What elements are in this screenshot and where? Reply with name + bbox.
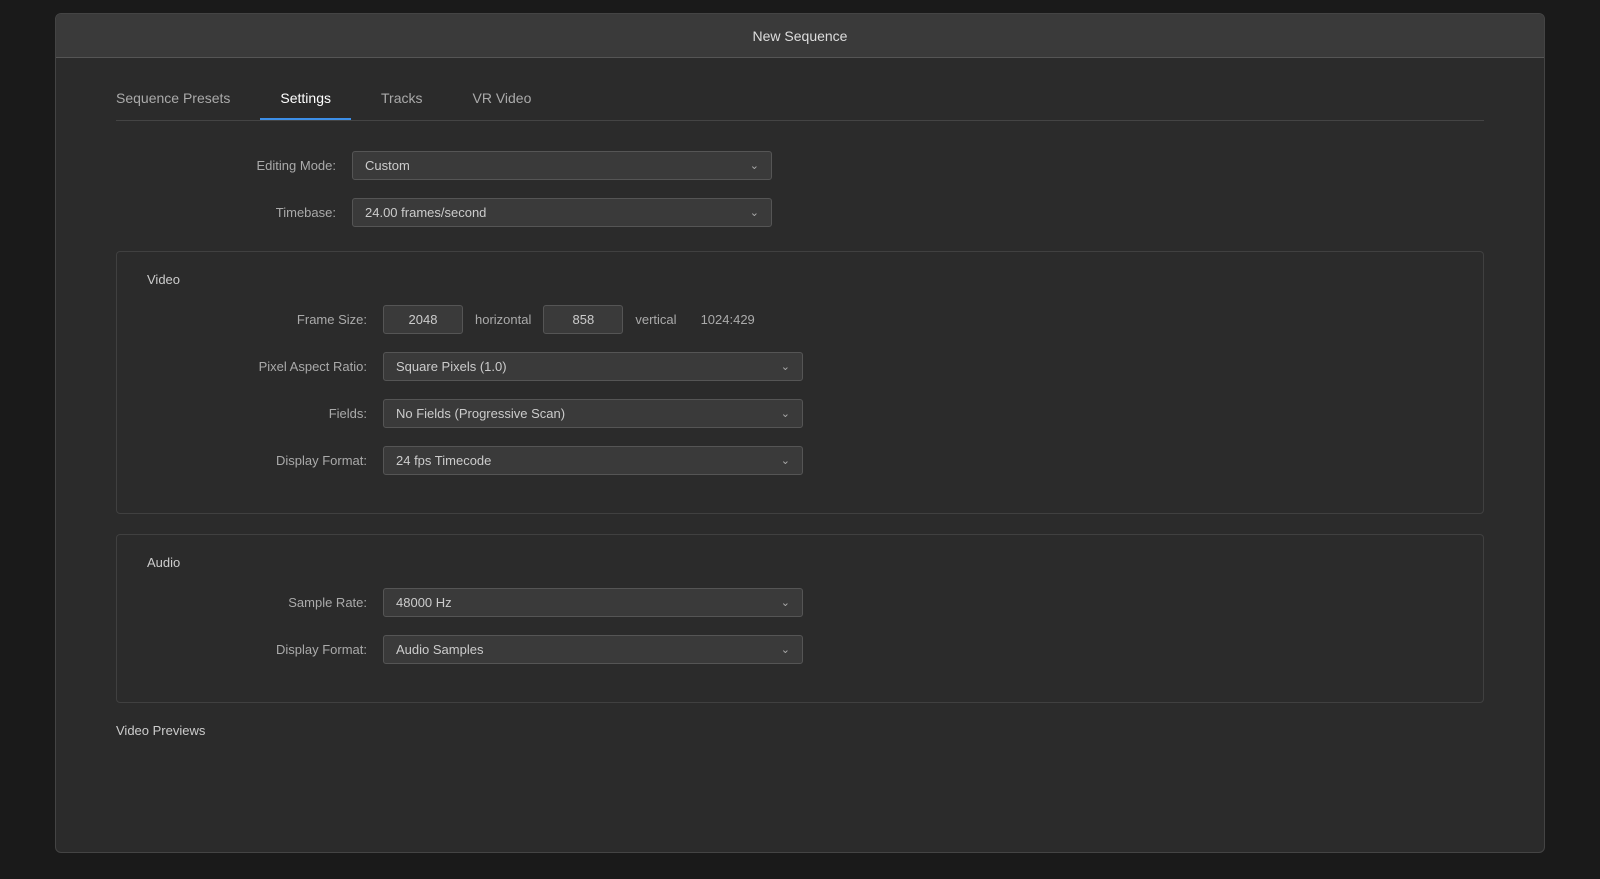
vertical-label: vertical <box>635 312 676 327</box>
video-display-format-label: Display Format: <box>147 453 367 468</box>
horizontal-label: horizontal <box>475 312 531 327</box>
aspect-ratio-text: 1024:429 <box>701 312 755 327</box>
settings-content: Editing Mode: Custom ⌄ Timebase: 24.00 f… <box>56 121 1544 852</box>
top-fields: Editing Mode: Custom ⌄ Timebase: 24.00 f… <box>116 151 1484 227</box>
frame-size-horizontal-input[interactable] <box>383 305 463 334</box>
fields-row: Fields: No Fields (Progressive Scan) ⌄ <box>147 399 1453 428</box>
tab-tracks[interactable]: Tracks <box>361 82 442 120</box>
timebase-chevron-icon: ⌄ <box>750 206 759 219</box>
pixel-aspect-row: Pixel Aspect Ratio: Square Pixels (1.0) … <box>147 352 1453 381</box>
editing-mode-label: Editing Mode: <box>116 158 336 173</box>
tabs-bar: Sequence Presets Settings Tracks VR Vide… <box>56 58 1544 120</box>
timebase-row: Timebase: 24.00 frames/second ⌄ <box>116 198 1484 227</box>
pixel-aspect-label: Pixel Aspect Ratio: <box>147 359 367 374</box>
audio-display-format-chevron-icon: ⌄ <box>781 643 790 656</box>
sample-rate-label: Sample Rate: <box>147 595 367 610</box>
editing-mode-value: Custom <box>365 158 410 173</box>
fields-dropdown[interactable]: No Fields (Progressive Scan) ⌄ <box>383 399 803 428</box>
audio-display-format-label: Display Format: <box>147 642 367 657</box>
tab-settings[interactable]: Settings <box>260 82 351 120</box>
sample-rate-row: Sample Rate: 48000 Hz ⌄ <box>147 588 1453 617</box>
video-display-format-dropdown[interactable]: 24 fps Timecode ⌄ <box>383 446 803 475</box>
audio-display-format-value: Audio Samples <box>396 642 483 657</box>
video-section: Video Frame Size: horizontal vertical 10… <box>116 251 1484 514</box>
pixel-aspect-dropdown[interactable]: Square Pixels (1.0) ⌄ <box>383 352 803 381</box>
video-previews-title: Video Previews <box>116 723 1484 738</box>
pixel-aspect-chevron-icon: ⌄ <box>781 360 790 373</box>
audio-section-title: Audio <box>147 555 1453 570</box>
fields-value: No Fields (Progressive Scan) <box>396 406 565 421</box>
tab-vr-video[interactable]: VR Video <box>452 82 551 120</box>
frame-size-vertical-input[interactable] <box>543 305 623 334</box>
video-display-format-row: Display Format: 24 fps Timecode ⌄ <box>147 446 1453 475</box>
new-sequence-dialog: New Sequence Sequence Presets Settings T… <box>55 13 1545 853</box>
sample-rate-value: 48000 Hz <box>396 595 452 610</box>
editing-mode-dropdown[interactable]: Custom ⌄ <box>352 151 772 180</box>
title-bar: New Sequence <box>56 14 1544 58</box>
frame-size-row: Frame Size: horizontal vertical 1024:429 <box>147 305 1453 334</box>
video-section-title: Video <box>147 272 1453 287</box>
video-display-format-chevron-icon: ⌄ <box>781 454 790 467</box>
pixel-aspect-value: Square Pixels (1.0) <box>396 359 507 374</box>
timebase-dropdown[interactable]: 24.00 frames/second ⌄ <box>352 198 772 227</box>
frame-size-label: Frame Size: <box>147 312 367 327</box>
sample-rate-dropdown[interactable]: 48000 Hz ⌄ <box>383 588 803 617</box>
fields-chevron-icon: ⌄ <box>781 407 790 420</box>
audio-display-format-row: Display Format: Audio Samples ⌄ <box>147 635 1453 664</box>
editing-mode-chevron-icon: ⌄ <box>750 159 759 172</box>
editing-mode-row: Editing Mode: Custom ⌄ <box>116 151 1484 180</box>
audio-section: Audio Sample Rate: 48000 Hz ⌄ Display Fo… <box>116 534 1484 703</box>
fields-label: Fields: <box>147 406 367 421</box>
video-previews-section: Video Previews <box>116 723 1484 738</box>
timebase-label: Timebase: <box>116 205 336 220</box>
dialog-body: Sequence Presets Settings Tracks VR Vide… <box>56 58 1544 852</box>
sample-rate-chevron-icon: ⌄ <box>781 596 790 609</box>
timebase-value: 24.00 frames/second <box>365 205 486 220</box>
tab-sequence-presets[interactable]: Sequence Presets <box>116 82 250 120</box>
dialog-title: New Sequence <box>753 28 848 44</box>
video-display-format-value: 24 fps Timecode <box>396 453 491 468</box>
audio-display-format-dropdown[interactable]: Audio Samples ⌄ <box>383 635 803 664</box>
